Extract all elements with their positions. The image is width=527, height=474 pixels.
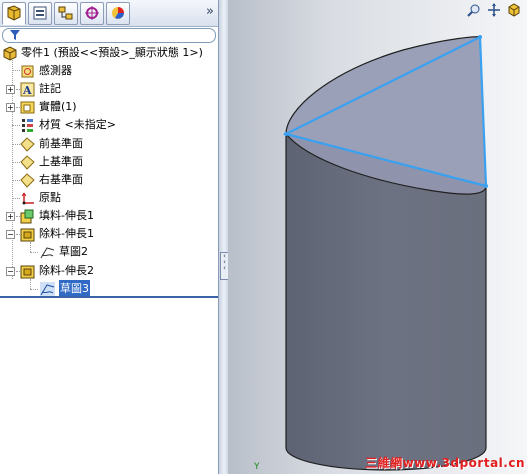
sketch-icon	[40, 281, 55, 297]
filter-icon	[10, 30, 20, 40]
tree-item-cut-extrude2[interactable]: 除料-伸長2	[20, 262, 94, 280]
tree-item-top-plane[interactable]: 上基準面	[20, 153, 83, 171]
tree-item-annotations[interactable]: A 註記	[20, 80, 61, 98]
expand-boss-extrude1-toggle[interactable]: +	[6, 212, 15, 221]
tree-item-right-plane[interactable]: 右基準面	[20, 171, 83, 189]
panel-tab-bar: »	[0, 0, 218, 27]
tree-item-sensors[interactable]: 感測器	[20, 62, 72, 80]
dimxpert-tab[interactable]	[80, 2, 104, 25]
sensor-icon	[20, 64, 35, 79]
plane-icon	[20, 154, 35, 170]
tree-item-origin[interactable]: 原點	[20, 189, 61, 207]
tree-item-sketch2[interactable]: 草圖2	[40, 243, 88, 261]
extrude-cut-icon	[20, 227, 35, 242]
collapse-cut-extrude1-toggle[interactable]: −	[6, 230, 15, 239]
tree-item-cut-extrude1[interactable]: 除料-伸長1	[20, 225, 94, 243]
tree-item-boss-extrude1[interactable]: 填料-伸長1	[20, 207, 94, 225]
extrude-boss-icon	[20, 209, 35, 224]
triad-y-axis-label: Y	[254, 462, 260, 472]
graphics-viewport[interactable]: Y 三維網www.3dportal.cn	[228, 0, 527, 474]
cylinder-model[interactable]	[228, 0, 527, 474]
annotations-icon: A	[20, 82, 35, 97]
plane-icon	[20, 136, 35, 152]
configuration-manager-icon	[58, 6, 73, 20]
feature-manager-panel: » 零件1 (預設<<預設>_顯示狀態 1>) 感測器 + A 註記 + 實體(…	[0, 0, 218, 474]
material-icon	[20, 118, 35, 133]
expand-panel-button[interactable]: »	[206, 4, 214, 19]
featuremanager-tab[interactable]	[2, 2, 26, 25]
tree-filter-input[interactable]	[2, 28, 216, 43]
collapse-cut-extrude2-toggle[interactable]: −	[6, 267, 15, 276]
expand-solid-bodies-toggle[interactable]: +	[6, 103, 15, 112]
property-manager-icon	[33, 6, 47, 20]
tree-item-material[interactable]: 材質 <未指定>	[20, 116, 116, 134]
display-manager-icon	[112, 7, 124, 19]
part-icon	[2, 45, 17, 61]
display-manager-tab[interactable]	[106, 2, 130, 25]
tree-item-solid-bodies[interactable]: 實體(1)	[20, 98, 77, 116]
feature-tree-icon	[7, 5, 21, 21]
panel-divider	[0, 296, 218, 298]
watermark-text: 三維網www.3dportal.cn	[365, 456, 525, 470]
configurationmanager-tab[interactable]	[54, 2, 78, 25]
expand-annotations-toggle[interactable]: +	[6, 85, 15, 94]
extrude-cut-icon	[20, 264, 35, 279]
tree-root-part[interactable]: 零件1 (預設<<預設>_顯示狀態 1>)	[2, 44, 203, 62]
tree-root-label: 零件1 (預設<<預設>_顯示狀態 1>)	[21, 46, 203, 59]
propertymanager-tab[interactable]	[28, 2, 52, 25]
sketch-icon	[40, 245, 55, 260]
origin-icon	[20, 191, 35, 206]
plane-icon	[20, 172, 35, 188]
svg-text:A: A	[22, 84, 32, 97]
solid-bodies-icon	[20, 100, 35, 115]
dimxpert-icon	[85, 6, 99, 20]
tree-item-front-plane[interactable]: 前基準面	[20, 135, 83, 153]
